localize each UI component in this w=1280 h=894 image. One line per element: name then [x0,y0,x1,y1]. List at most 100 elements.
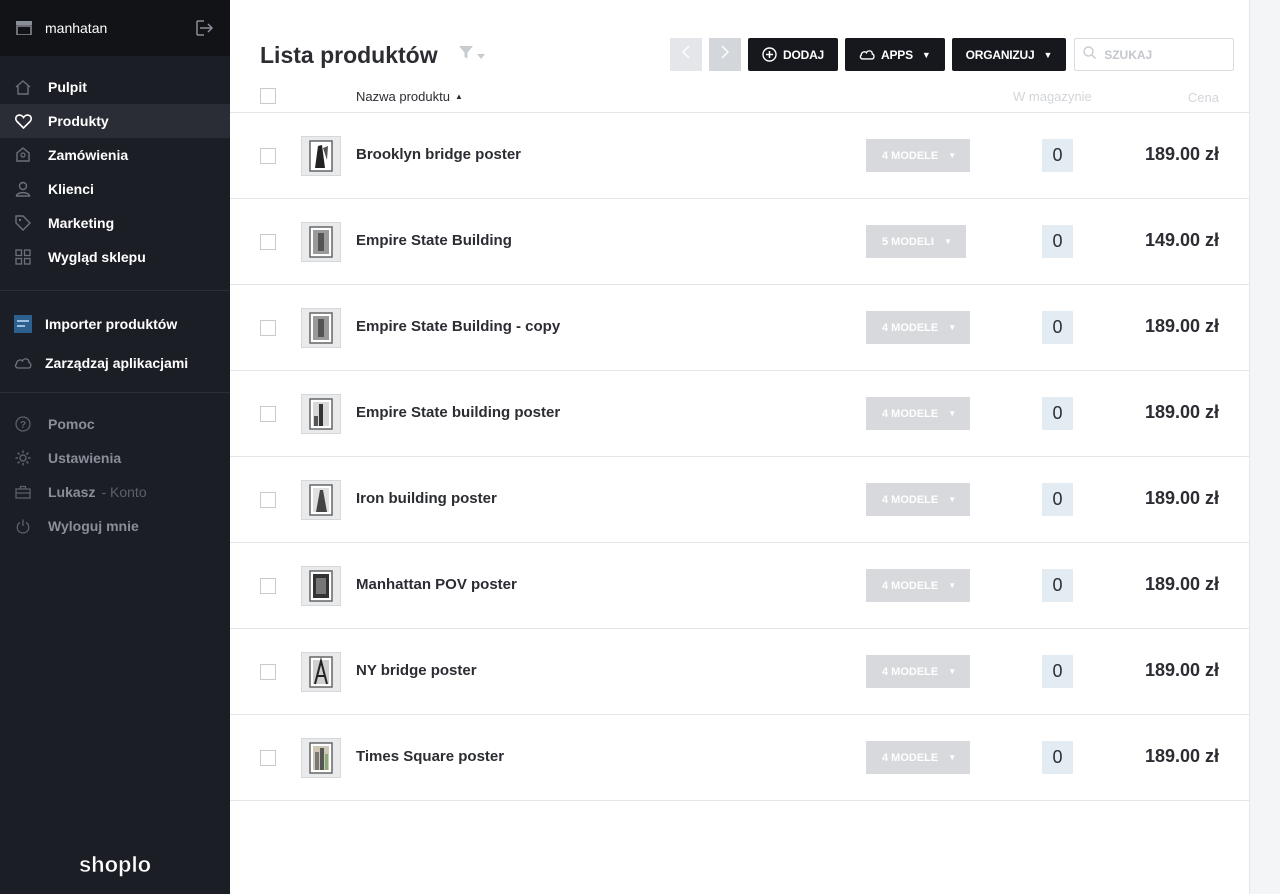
row-checkbox[interactable] [260,234,276,250]
models-dropdown[interactable]: 4 MODELE ▼ [866,397,971,430]
search-input[interactable] [1104,47,1225,62]
row-checkbox[interactable] [260,406,276,422]
row-checkbox[interactable] [260,492,276,508]
inbox-icon [14,146,32,164]
sidebar-item-pomoc[interactable]: ? Pomoc [0,407,230,441]
chevron-down-icon: ▼ [948,495,957,504]
user-icon [14,180,32,198]
sidebar-item-ustawienia[interactable]: Ustawienia [0,441,230,475]
product-name[interactable]: Empire State Building - copy [356,318,560,335]
column-header-price[interactable]: Cena [1188,90,1219,105]
product-thumbnail[interactable] [301,652,341,692]
product-thumbnail[interactable] [301,136,341,176]
chevron-down-icon: ▼ [948,409,957,418]
chevron-down-icon: ▼ [921,49,931,60]
product-thumbnail[interactable] [301,738,341,778]
cloud-icon [859,49,875,60]
stock-badge: 0 [1042,741,1073,774]
row-checkbox[interactable] [260,578,276,594]
main-nav: Pulpit Produkty Zamówienia Klienci Marke… [0,56,230,291]
models-dropdown[interactable]: 4 MODELE ▼ [866,569,971,602]
stock-badge: 0 [1042,569,1073,602]
product-thumbnail[interactable] [301,394,341,434]
table-row: Manhattan POV poster 4 MODELE ▼ 0 189.00 … [230,543,1249,629]
sidebar-item-sublabel: - Konto [101,484,147,500]
table-row: Times Square poster 4 MODELE ▼ 0 189.00 z… [230,715,1249,801]
filter-icon [459,46,473,64]
table-header: Nazwa produktu ▲ W magazynie Cena [230,86,1249,113]
sidebar: manhatan Pulpit Produkty Zamówienia Klie… [0,0,230,894]
sidebar-item-pulpit[interactable]: Pulpit [0,70,230,104]
chevron-down-icon: ▼ [948,323,957,332]
chevron-down-icon: ▼ [1043,49,1053,60]
product-name[interactable]: Empire State Building [356,232,512,249]
models-dropdown[interactable]: 4 MODELE ▼ [866,655,971,688]
sort-by-name-header[interactable]: Nazwa produktu ▲ [356,89,463,104]
sidebar-item-label: Lukasz [48,484,96,500]
sidebar-item-zarzadzaj-aplikacjami[interactable]: Zarządzaj aplikacjami [0,343,230,382]
product-price: 189.00 zł [1144,746,1219,766]
apps-button-label: APPS [881,47,913,62]
product-name[interactable]: NY bridge poster [356,662,477,679]
models-dropdown[interactable]: 4 MODELE ▼ [866,483,971,516]
table-row: Empire State Building - copy 4 MODELE ▼ 0… [230,285,1249,371]
sidebar-item-importer[interactable]: Importer produktów [0,304,230,343]
product-name[interactable]: Times Square poster [356,748,504,765]
svg-text:?: ? [20,420,26,431]
table-row: Empire State building poster 4 MODELE ▼ 0… [230,371,1249,457]
heart-icon [14,112,32,130]
plus-circle-icon [762,47,777,62]
briefcase-icon [14,483,32,501]
prev-page-button[interactable] [670,38,702,71]
importer-app-icon [14,314,32,333]
product-thumbnail[interactable] [301,222,341,262]
apps-dropdown-button[interactable]: APPS ▼ [845,38,945,71]
sidebar-item-label: Pomoc [48,416,95,432]
stock-badge: 0 [1042,311,1073,344]
product-thumbnail[interactable] [301,480,341,520]
product-price: 189.00 zł [1144,488,1219,508]
row-checkbox[interactable] [260,148,276,164]
sidebar-item-produkty[interactable]: Produkty [0,104,230,138]
next-page-button[interactable] [709,38,741,71]
product-name[interactable]: Empire State building poster [356,404,560,421]
models-dropdown[interactable]: 4 MODELE ▼ [866,311,971,344]
models-label: 4 MODELE [882,579,939,592]
sidebar-item-konto[interactable]: Lukasz - Konto [0,475,230,509]
chevron-down-icon [477,46,485,64]
collapse-sidebar-icon[interactable] [196,19,214,37]
stock-badge: 0 [1042,397,1073,430]
models-label: 5 MODELI [882,235,934,248]
column-header-stock[interactable]: W magazynie [1013,89,1092,104]
row-checkbox[interactable] [260,664,276,680]
add-product-button[interactable]: DODAJ [748,38,839,71]
sidebar-item-wyglad-sklepu[interactable]: Wygląd sklepu [0,240,230,274]
power-icon [14,517,32,535]
models-dropdown[interactable]: 4 MODELE ▼ [866,741,971,774]
product-name[interactable]: Brooklyn bridge poster [356,146,521,163]
table-row: Empire State Building 5 MODELI ▼ 0 149.00… [230,199,1249,285]
toolbar: DODAJ APPS ▼ ORGANIZUJ ▼ [670,38,1235,71]
select-all-checkbox[interactable] [260,88,276,104]
sidebar-item-klienci[interactable]: Klienci [0,172,230,206]
row-checkbox[interactable] [260,320,276,336]
product-price: 189.00 zł [1144,316,1219,336]
stock-badge: 0 [1042,483,1073,516]
row-checkbox[interactable] [260,750,276,766]
sidebar-item-wyloguj[interactable]: Wyloguj mnie [0,509,230,543]
apps-nav: Importer produktów Zarządzaj aplikacjami [0,291,230,393]
models-dropdown[interactable]: 4 MODELE ▼ [866,139,971,172]
right-gutter [1249,0,1280,894]
product-thumbnail[interactable] [301,308,341,348]
sidebar-item-zamowienia[interactable]: Zamówienia [0,138,230,172]
product-thumbnail[interactable] [301,566,341,606]
sidebar-item-marketing[interactable]: Marketing [0,206,230,240]
product-name[interactable]: Manhattan POV poster [356,576,517,593]
stock-badge: 0 [1042,139,1073,172]
filter-toggle[interactable] [459,46,485,64]
search-field[interactable] [1074,38,1235,71]
models-dropdown[interactable]: 5 MODELI ▼ [866,225,966,258]
organize-dropdown-button[interactable]: ORGANIZUJ ▼ [951,38,1067,71]
product-name[interactable]: Iron building poster [356,490,497,507]
sidebar-item-label: Zarządzaj aplikacjami [45,354,189,371]
